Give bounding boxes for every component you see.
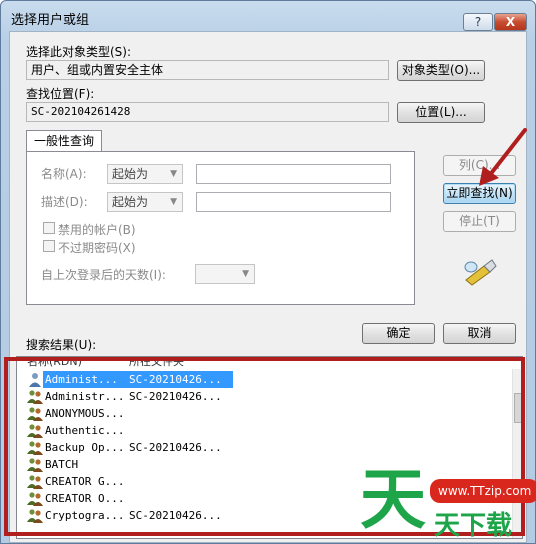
watermark-url: www.TTzip.com xyxy=(430,479,536,503)
close-button[interactable]: X xyxy=(494,13,527,31)
row-name: Cryptogra... xyxy=(45,509,125,522)
object-type-label: 选择此对象类型(S): xyxy=(26,45,132,59)
group-icon xyxy=(27,474,43,489)
name-input[interactable] xyxy=(196,164,391,184)
row-name: Backup Op... xyxy=(45,441,125,454)
table-row[interactable]: Administr... SC-20210426... xyxy=(25,388,510,405)
days-since-logon-select[interactable]: ▼ xyxy=(195,264,255,284)
description-label: 描述(D): xyxy=(41,195,88,209)
row-name: Administr... xyxy=(45,390,125,403)
title-bar[interactable]: 选择用户或组 ? X xyxy=(1,1,535,31)
search-flashlight-icon xyxy=(464,259,497,286)
annotation-arrow-icon xyxy=(479,128,527,186)
non-expiring-password-checkbox[interactable] xyxy=(43,240,55,252)
locations-button[interactable]: 位置(L)... xyxy=(397,102,485,123)
row-name: CREATOR O... xyxy=(45,492,125,505)
group-icon xyxy=(27,491,43,506)
days-since-logon-label: 自上次登录后的天数(I): xyxy=(41,268,166,282)
location-label: 查找位置(F): xyxy=(26,87,95,101)
group-icon xyxy=(27,508,43,523)
watermark-text: 天下载 xyxy=(434,511,513,541)
dialog-window: 选择用户或组 ? X 选择此对象类型(S): 用户、组或内置安全主体 对象类型(… xyxy=(0,0,536,544)
general-query-panel: 名称(A): 起始为 ▼ 描述(D): 起始为 ▼ 禁用的帐户(B) 不过期密码… xyxy=(26,151,415,305)
object-type-field: 用户、组或内置安全主体 xyxy=(26,60,389,80)
name-label: 名称(A): xyxy=(41,167,87,181)
object-types-button[interactable]: 对象类型(O)... xyxy=(397,60,485,81)
column-header-folder[interactable]: 所在文件夹 xyxy=(129,357,225,369)
row-folder: SC-20210426... xyxy=(129,509,222,522)
row-folder: SC-20210426... xyxy=(129,441,222,454)
row-name: CREATOR G... xyxy=(45,475,125,488)
group-icon xyxy=(27,389,43,404)
stop-button[interactable]: 停止(T) xyxy=(443,211,516,232)
location-field: SC-202104261428 xyxy=(26,102,389,122)
search-results-label: 搜索结果(U): xyxy=(26,338,97,352)
tab-general-query[interactable]: 一般性查询 xyxy=(26,130,102,152)
description-mode-select[interactable]: 起始为 ▼ xyxy=(107,192,183,212)
row-folder: SC-20210426... xyxy=(129,373,222,386)
watermark-big-char: 天 xyxy=(360,461,426,538)
chevron-down-icon: ▼ xyxy=(242,269,249,279)
description-mode-value: 起始为 xyxy=(112,195,149,209)
chevron-down-icon: ▼ xyxy=(170,169,177,179)
description-input[interactable] xyxy=(196,192,391,212)
ok-button[interactable]: 确定 xyxy=(362,323,435,344)
table-row[interactable]: Administ... SC-20210426... xyxy=(25,371,510,388)
row-name: ANONYMOUS... xyxy=(45,407,125,420)
scrollbar-thumb[interactable] xyxy=(514,393,522,423)
group-icon xyxy=(27,457,43,472)
non-expiring-password-label: 不过期密码(X) xyxy=(58,241,136,255)
group-icon xyxy=(27,423,43,438)
disabled-accounts-label: 禁用的帐户(B) xyxy=(58,223,136,237)
watermark-logo: 天 www.TTzip.com 天下载 xyxy=(360,461,536,543)
column-header-name[interactable]: 名称(RDN) xyxy=(27,357,123,369)
table-row[interactable]: Backup Op... SC-20210426... xyxy=(25,439,510,456)
row-name: Administ... xyxy=(45,373,118,386)
table-row[interactable]: Authentic... xyxy=(25,422,510,439)
help-button[interactable]: ? xyxy=(463,13,493,31)
name-mode-select[interactable]: 起始为 ▼ xyxy=(107,164,183,184)
user-icon xyxy=(27,372,43,387)
window-title: 选择用户或组 xyxy=(11,13,90,28)
group-icon xyxy=(27,440,43,455)
group-icon xyxy=(27,406,43,421)
name-mode-value: 起始为 xyxy=(112,167,149,181)
chevron-down-icon: ▼ xyxy=(170,197,177,207)
row-name: BATCH xyxy=(45,458,79,471)
row-name: Authentic... xyxy=(45,424,125,437)
table-row[interactable]: ANONYMOUS... xyxy=(25,405,510,422)
cancel-button[interactable]: 取消 xyxy=(443,323,516,344)
disabled-accounts-checkbox[interactable] xyxy=(43,222,55,234)
row-folder: SC-20210426... xyxy=(129,390,222,403)
